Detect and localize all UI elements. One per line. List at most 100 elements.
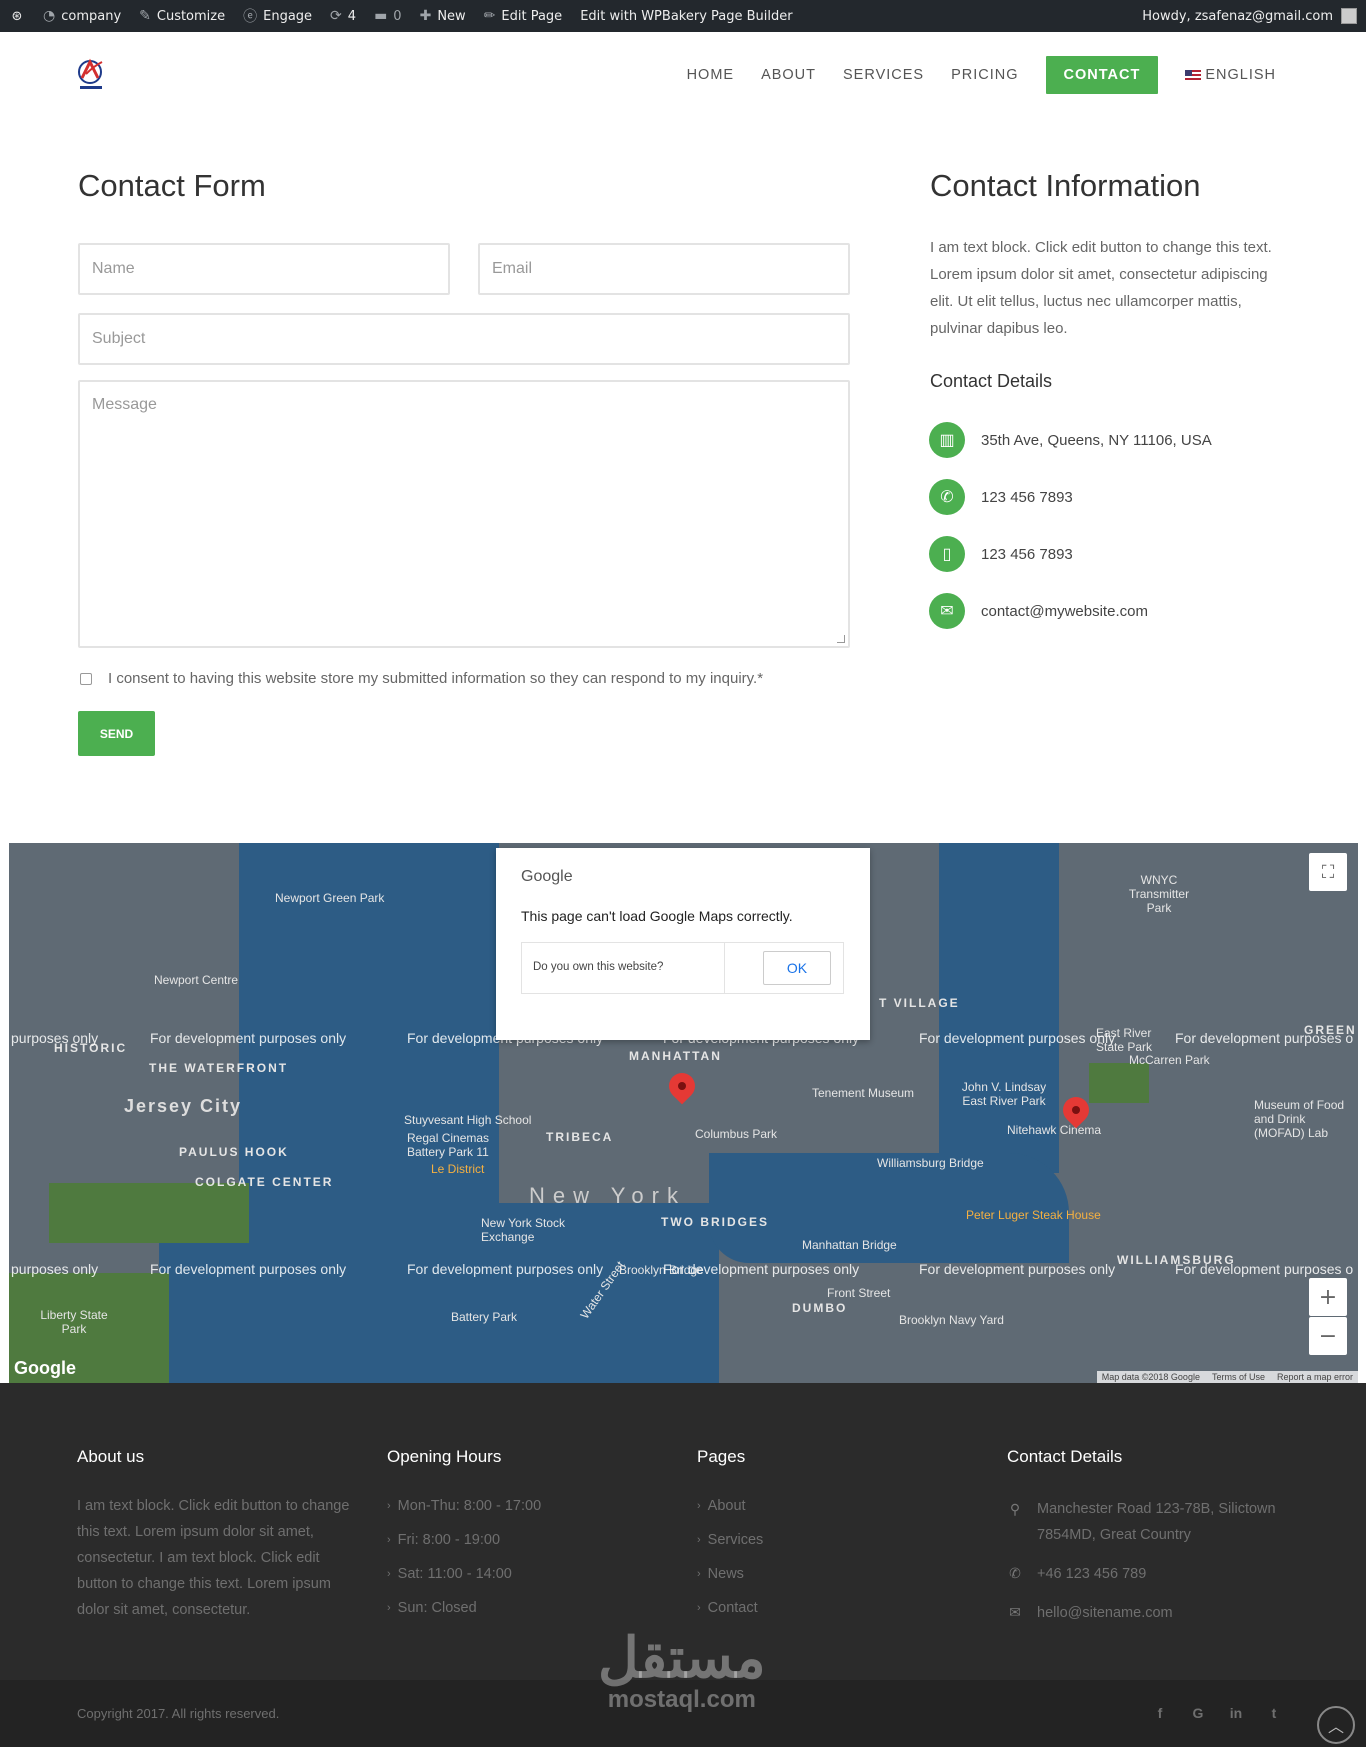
nav-pricing[interactable]: PRICING	[951, 67, 1018, 83]
footer-page-link-contact[interactable]: › Contact	[697, 1600, 758, 1616]
footer-page-link-news[interactable]: › News	[697, 1566, 744, 1582]
resize-handle-icon[interactable]	[837, 635, 845, 643]
detail-address: ▥ 35th Ave, Queens, NY 11106, USA	[929, 422, 1212, 458]
consent-checkbox[interactable]	[80, 672, 92, 685]
hours-text: Sat: 11:00 - 14:00	[397, 1566, 512, 1582]
admin-updates-count: 4	[347, 8, 357, 24]
contact-info-title: Contact Information	[930, 168, 1201, 203]
footer-address: ⚲ Manchester Road 123-78B, Silictown 7854M…	[1007, 1496, 1276, 1548]
twitter-icon[interactable]: t	[1264, 1703, 1284, 1723]
brush-icon: ✎	[139, 8, 151, 24]
page-link-label: News	[707, 1566, 744, 1582]
admin-wpbakery-link[interactable]: Edit with WPBakery Page Builder	[571, 0, 801, 32]
contact-details-title: Contact Details	[930, 371, 1053, 391]
email-placeholder: Email	[492, 260, 533, 277]
map-label-two-bridges: TWO BRIDGES	[661, 1215, 769, 1229]
chevron-right-icon: ›	[697, 1602, 701, 1614]
admin-updates-link[interactable]: ⟳ 4	[321, 0, 365, 32]
dialog-ok-button[interactable]: OK	[763, 951, 831, 985]
admin-new-link[interactable]: ✚ New	[411, 0, 475, 32]
dev-watermark: purposes only	[11, 1261, 99, 1277]
language-switcher[interactable]: ENGLISH	[1185, 67, 1276, 83]
nav-home[interactable]: HOME	[687, 67, 735, 83]
nav-services[interactable]: SERVICES	[843, 67, 924, 83]
terms-link[interactable]: Terms of Use	[1212, 1372, 1265, 1382]
footer-email-text[interactable]: hello@sitename.com	[1037, 1605, 1173, 1621]
zoom-in-icon[interactable]: +	[1309, 1278, 1347, 1316]
admin-wpbakery-label: Edit with WPBakery Page Builder	[580, 8, 793, 24]
admin-account-menu[interactable]: Howdy, zsafenaz@gmail.com	[1133, 0, 1366, 32]
admin-comments-count: 0	[393, 8, 402, 24]
phone-icon: ✆	[1009, 1565, 1021, 1581]
own-website-link[interactable]: Do you own this website?	[533, 961, 663, 973]
message-placeholder: Message	[92, 396, 157, 413]
email-input[interactable]: Email	[478, 243, 850, 295]
linkedin-icon[interactable]: in	[1226, 1703, 1246, 1723]
map-data-text: Map data ©2018 Google	[1101, 1372, 1200, 1382]
mobile-text: 123 456 7893	[981, 545, 1073, 563]
admin-edit-page-link[interactable]: ✏ Edit Page	[475, 0, 572, 32]
company-logo[interactable]	[76, 56, 108, 94]
dev-watermark: For development purposes o	[1175, 1030, 1354, 1046]
footer-page-link-services[interactable]: › Services	[697, 1532, 763, 1548]
admin-customize-link[interactable]: ✎ Customize	[130, 0, 234, 32]
dev-watermark: For development purposes only	[150, 1030, 347, 1046]
admin-engage-link[interactable]: ⓔ Engage	[234, 0, 321, 32]
admin-new-label: New	[437, 8, 466, 24]
map-label-peter-luger: Peter Luger Steak House	[966, 1208, 1101, 1222]
chevron-right-icon: ›	[387, 1602, 391, 1614]
name-input[interactable]: Name	[78, 243, 450, 295]
fullscreen-icon[interactable]: ⛶	[1309, 853, 1347, 891]
map-label-manhattan: MANHATTAN	[629, 1049, 722, 1063]
scroll-to-top-icon[interactable]: ︿	[1317, 1706, 1355, 1744]
detail-phone: ✆ 123 456 7893	[929, 479, 1073, 515]
detail-email: ✉ contact@mywebsite.com	[929, 593, 1148, 629]
map-label-museum-food: Museum of Food and Drink (MOFAD) Lab	[1254, 1098, 1345, 1140]
detail-mobile: ▯ 123 456 7893	[929, 536, 1073, 572]
page-link-label: Services	[707, 1532, 764, 1548]
dev-watermark: For development purposes only	[663, 1261, 860, 1277]
send-button[interactable]: SEND	[78, 711, 155, 756]
footer-pages-title: Pages	[697, 1447, 746, 1466]
consent-label: I consent to having this website store m…	[108, 670, 764, 687]
map-label-new-york: New York	[529, 1183, 686, 1208]
footer-phone: ✆ +46 123 456 789	[1007, 1565, 1146, 1582]
nav-about[interactable]: ABOUT	[761, 67, 816, 83]
map-label-navy-yard: Brooklyn Navy Yard	[899, 1313, 1004, 1327]
nav-contact-button[interactable]: CONTACT	[1045, 56, 1159, 94]
admin-site-link[interactable]: ◔ company	[34, 0, 130, 32]
map-label-jersey-city: Jersey City	[124, 1096, 243, 1116]
google-map-logo[interactable]: Google	[14, 1358, 76, 1379]
map-land	[9, 843, 239, 933]
report-error-link[interactable]: Report a map error	[1277, 1372, 1353, 1382]
address-text: 35th Ave, Queens, NY 11106, USA	[981, 431, 1212, 449]
facebook-icon[interactable]: f	[1150, 1703, 1170, 1723]
footer-contact-title: Contact Details	[1007, 1447, 1123, 1466]
footer-hours-item: › Sun: Closed	[387, 1600, 477, 1616]
map-label-battery-park: Battery Park	[451, 1310, 518, 1324]
footer-page-link-about[interactable]: › About	[697, 1498, 746, 1514]
map-label-manhattan-bridge: Manhattan Bridge	[802, 1238, 897, 1252]
footer-hours-title: Opening Hours	[387, 1447, 502, 1466]
message-textarea[interactable]: Message	[78, 380, 850, 648]
admin-edit-page-label: Edit Page	[501, 8, 563, 24]
map-label-dumbo: DUMBO	[792, 1301, 848, 1315]
location-pin-icon: ⚲	[1009, 1501, 1021, 1517]
address-line-2: 7854MD, Great Country	[1037, 1527, 1191, 1543]
map-label-colgate-center: COLGATE CENTER	[195, 1175, 334, 1189]
zoom-out-icon[interactable]: −	[1309, 1317, 1347, 1355]
mostaql-watermark: مستقل mostaql.com	[598, 1630, 766, 1714]
map-attribution: Map data ©2018 Google Terms of Use Repor…	[1096, 1371, 1358, 1383]
contact-form-title: Contact Form	[78, 168, 266, 203]
email-text[interactable]: contact@mywebsite.com	[981, 603, 1148, 620]
google-plus-icon[interactable]: G	[1188, 1703, 1208, 1723]
subject-input[interactable]: Subject	[78, 313, 850, 365]
admin-comments-link[interactable]: ▬ 0	[365, 0, 411, 32]
page-link-label: Contact	[707, 1600, 758, 1616]
map-marker-icon[interactable]	[663, 1067, 701, 1105]
wordpress-logo-icon[interactable]: ⊛	[0, 0, 34, 32]
map-label-stuyvesant: Stuyvesant High School	[404, 1113, 532, 1127]
map-label-waterfront: THE WATERFRONT	[149, 1061, 289, 1075]
refresh-icon: ⟳	[330, 8, 342, 24]
footer-about-title: About us	[77, 1447, 145, 1466]
